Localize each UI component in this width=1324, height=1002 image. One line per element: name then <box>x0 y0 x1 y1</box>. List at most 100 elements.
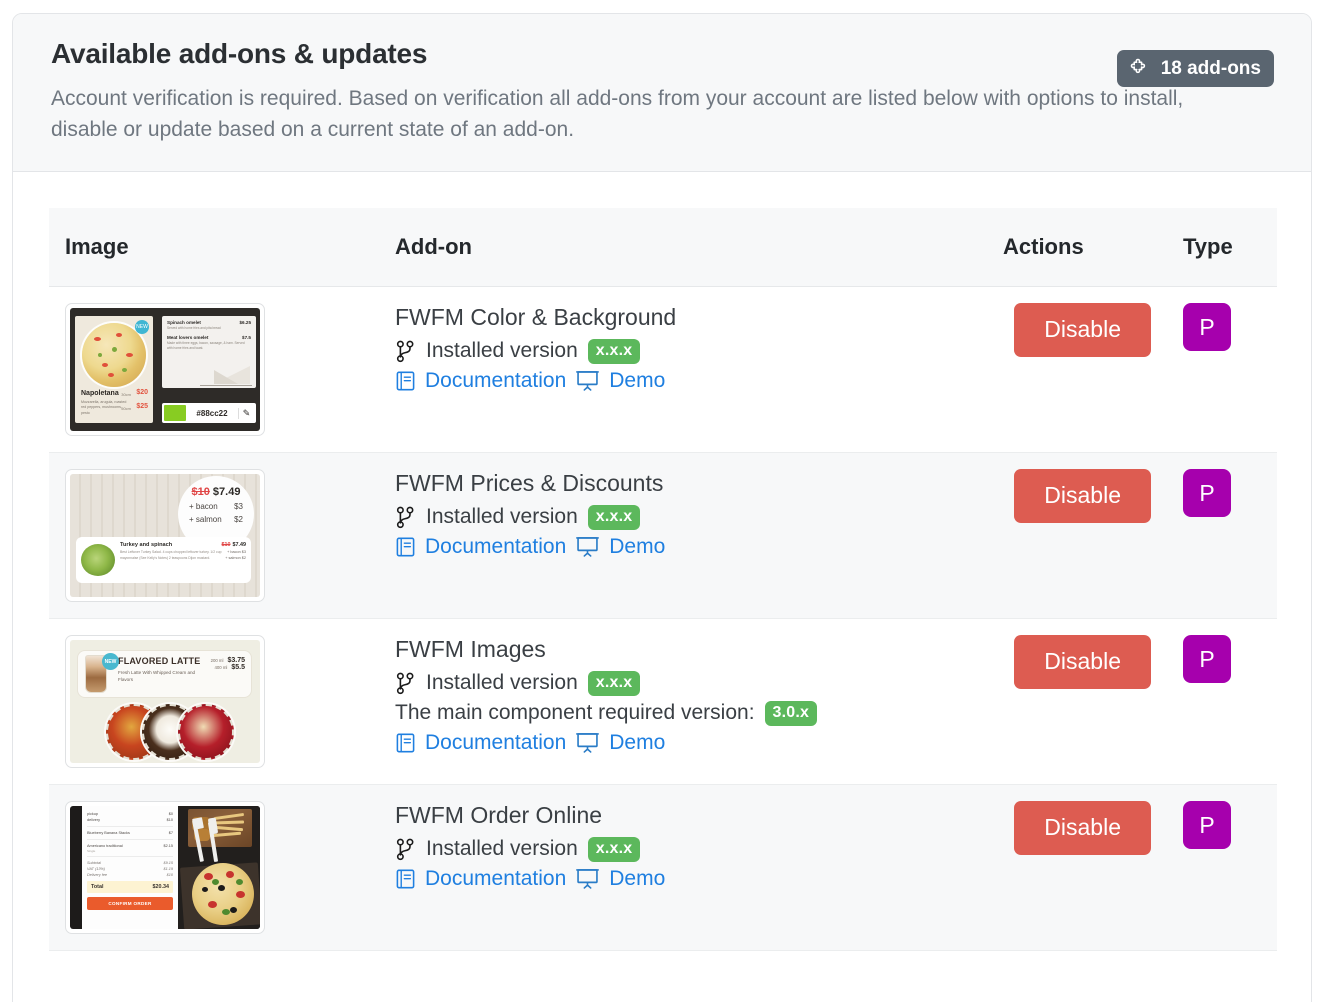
thumb-card-addon-1: + bacon <box>227 550 241 555</box>
thumb-menu-price-2: $7.5 <box>242 335 251 341</box>
addon-name: FWFM Prices & Discounts <box>395 470 664 497</box>
addon-thumbnail-cell: pickup $0 delivery $10 Blueberry Banana St… <box>49 785 379 951</box>
documentation-link[interactable]: Documentation <box>425 867 566 891</box>
required-version-label: The main component required version: <box>395 701 755 725</box>
thumb-order-item-1-price: $7 <box>168 831 173 836</box>
installed-version-label: Installed version <box>426 837 578 861</box>
thumb-menu-desc-2: Made with three eggs, bacon, sausage, & … <box>167 341 245 351</box>
addon-info-cell: FWFM Order Online Installed version x.x.… <box>379 785 987 951</box>
addon-type-cell: P <box>1167 619 1277 785</box>
type-badge: P <box>1183 303 1231 352</box>
thumb-card-addon-2-price: $2 <box>241 556 246 561</box>
documentation-link[interactable]: Documentation <box>425 369 566 393</box>
demo-link[interactable]: Demo <box>609 867 665 891</box>
addon-thumbnail-cell: NEW Napoletana Mozzarella, arugula, roas… <box>49 287 379 453</box>
demo-link[interactable]: Demo <box>609 535 665 559</box>
thumb-menu-price-1: $6.25 <box>239 320 252 326</box>
type-badge: P <box>1183 635 1231 684</box>
paintbrush-icon: ✎ <box>238 407 254 419</box>
addon-action-cell: Disable <box>987 619 1167 785</box>
documentation-link[interactable]: Documentation <box>425 535 566 559</box>
thumb-vat-label: VAT (13%) <box>87 867 106 872</box>
addon-action-cell: Disable <box>987 287 1167 453</box>
thumb-delivery-fee-value: $10 <box>166 873 173 878</box>
disable-button[interactable]: Disable <box>1014 303 1151 357</box>
addon-thumbnail: pickup $0 delivery $10 Blueberry Banana St… <box>65 801 265 935</box>
column-header-addon: Add-on <box>379 208 987 288</box>
thumb-addon-1-price: $3 <box>234 502 243 512</box>
thumb-order-item-2-sub: Single <box>87 849 96 854</box>
required-version-badge: 3.0.x <box>764 700 818 726</box>
thumb-total-value: $20.34 <box>152 884 170 891</box>
addon-name: FWFM Order Online <box>395 802 603 829</box>
installed-version-badge: x.x.x <box>587 670 641 696</box>
thumb-subtotal-value: $9.15 <box>163 861 173 866</box>
addon-thumbnail: NEW FLAVORED LATTE Fresh Latte With Whip… <box>65 635 265 769</box>
thumb-item-desc: Best Leftover Turkey Salad. 4 cups chopp… <box>120 550 222 560</box>
thumb-delivery-label: delivery <box>87 818 101 823</box>
column-header-image: Image <box>49 208 379 288</box>
git-branch-icon <box>395 506 416 529</box>
table-header-row: Image Add-on Actions Type <box>49 208 1277 288</box>
thumb-size-1: 200 ml <box>210 658 224 664</box>
thumb-card-new-price: $7.49 <box>232 542 247 549</box>
thumb-size-large: 50cm <box>121 406 131 412</box>
table-row: NEW FLAVORED LATTE Fresh Latte With Whip… <box>49 619 1277 785</box>
addons-card: Available add-ons & updates Account veri… <box>12 13 1312 1002</box>
thumb-delivery-price: $10 <box>166 818 173 823</box>
addon-info-cell: FWFM Images Installed version x.x.x The … <box>379 619 987 785</box>
installed-version-label: Installed version <box>426 671 578 695</box>
presentation-screen-icon <box>575 731 600 754</box>
addon-thumbnail: $10 $7.49 + bacon $3 + salmon $2 Turkey … <box>65 469 265 603</box>
thumb-menu-item-1: Spinach omelet <box>167 320 201 326</box>
demo-link[interactable]: Demo <box>609 731 665 755</box>
git-branch-icon <box>395 672 416 695</box>
thumb-order-item-2: Americano traditional <box>87 844 123 849</box>
documentation-link[interactable]: Documentation <box>425 731 566 755</box>
thumb-order-item-1: Blueberry Banana Stacks <box>87 831 130 836</box>
presentation-screen-icon <box>575 369 600 392</box>
git-branch-icon <box>395 340 416 363</box>
column-header-actions: Actions <box>987 208 1167 288</box>
table-header: Image Add-on Actions Type <box>49 208 1277 288</box>
presentation-screen-icon <box>575 867 600 890</box>
thumb-new-badge: NEW <box>135 320 149 335</box>
installed-version-badge: x.x.x <box>587 504 641 530</box>
thumb-card-old-price: $10 <box>221 542 231 549</box>
addon-info-cell: FWFM Prices & Discounts Installed versio… <box>379 453 987 619</box>
addon-links-row: Documentation Demo <box>395 867 971 891</box>
page-title: Available add-ons & updates <box>51 38 428 69</box>
installed-version-label: Installed version <box>426 339 578 363</box>
thumb-confirm-order-button: CONFIRM ORDER <box>87 897 173 911</box>
thumb-pizza-desc: Mozzarella, arugula, roasted red peppers… <box>81 400 127 415</box>
disable-button[interactable]: Disable <box>1014 635 1151 689</box>
disable-button[interactable]: Disable <box>1014 801 1151 855</box>
table-row: NEW Napoletana Mozzarella, arugula, roas… <box>49 287 1277 453</box>
thumb-total-label: Total <box>91 884 104 891</box>
addon-action-cell: Disable <box>987 453 1167 619</box>
installed-version-label: Installed version <box>426 505 578 529</box>
addon-count-label: 18 add-ons <box>1160 57 1261 79</box>
addon-info-cell: FWFM Color & Background Installed versio… <box>379 287 987 453</box>
addon-links-row: Documentation Demo <box>395 535 971 559</box>
addon-version-row: Installed version x.x.x <box>395 338 971 364</box>
demo-link[interactable]: Demo <box>609 369 665 393</box>
thumb-subtotal-label: Subtotal <box>87 861 101 866</box>
installed-version-badge: x.x.x <box>587 338 641 364</box>
addon-links-row: Documentation Demo <box>395 369 971 393</box>
addon-thumbnail-cell: NEW FLAVORED LATTE Fresh Latte With Whip… <box>49 619 379 785</box>
thumb-pickup-label: pickup <box>87 812 98 817</box>
table-body: NEW Napoletana Mozzarella, arugula, roas… <box>49 287 1277 951</box>
addon-version-row: Installed version x.x.x <box>395 504 971 530</box>
addon-type-cell: P <box>1167 287 1277 453</box>
disable-button[interactable]: Disable <box>1014 469 1151 523</box>
book-icon <box>395 370 416 392</box>
type-badge: P <box>1183 801 1231 850</box>
thumb-addon-2-label: + salmon <box>189 515 222 525</box>
thumb-price-2: $5.5 <box>231 664 245 672</box>
thumb-latte-desc: Fresh Latte With Whipped Cream and Flavo… <box>118 670 196 683</box>
thumb-order-item-2-price: $2.15 <box>163 844 173 849</box>
thumb-pickup-price: $0 <box>168 812 173 817</box>
book-icon <box>395 732 416 754</box>
addon-name: FWFM Images <box>395 636 546 663</box>
